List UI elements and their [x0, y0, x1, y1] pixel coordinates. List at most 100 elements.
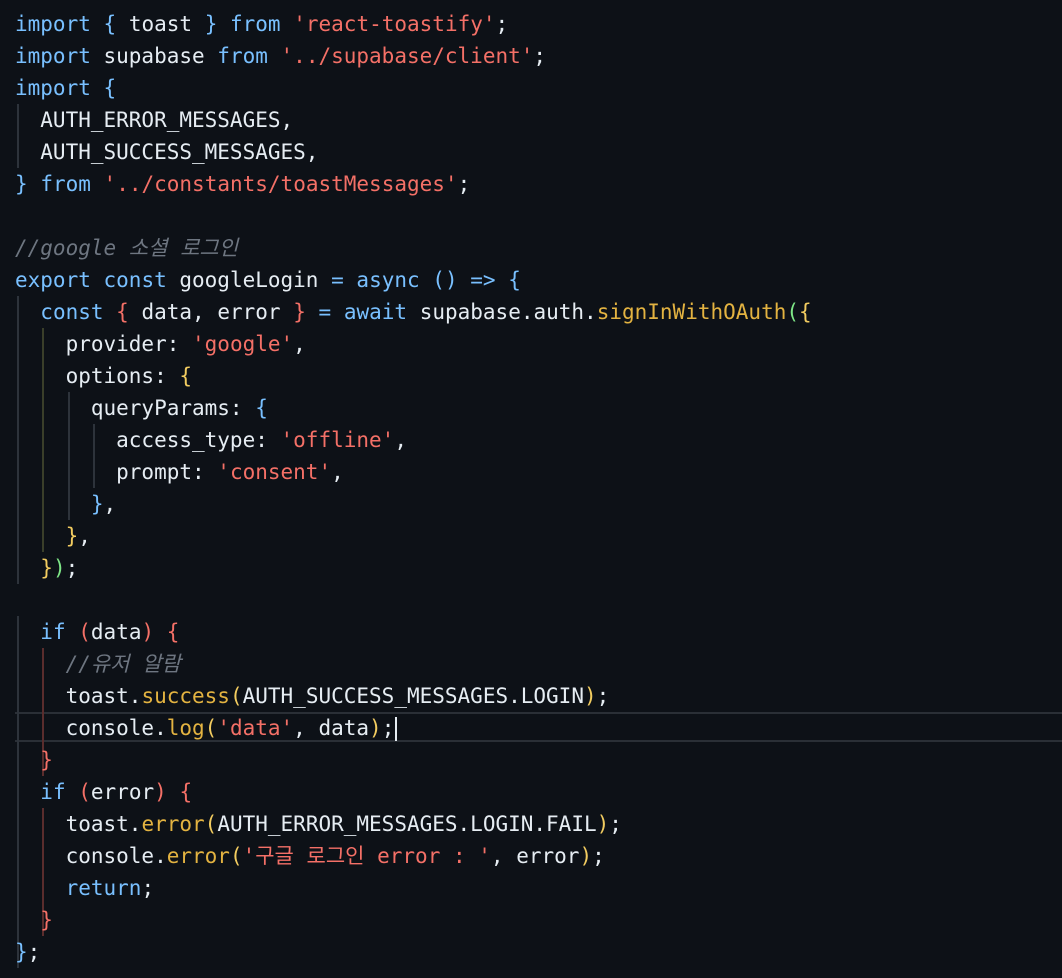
code-line-text: }, [15, 520, 91, 552]
code-line[interactable]: prompt: 'consent', [0, 456, 1062, 488]
code-token: ( [229, 684, 243, 708]
code-token: ) [52, 556, 66, 580]
code-token: , [78, 524, 91, 548]
code-line[interactable]: export const googleLogin = async () => { [0, 264, 1062, 296]
code-line[interactable]: toast.success(AUTH_SUCCESS_MESSAGES.LOGI… [0, 680, 1062, 712]
code-token: console. [15, 716, 167, 740]
code-token: ) [596, 812, 610, 836]
code-token: , [293, 332, 306, 356]
code-token: signInWithOAuth [596, 300, 787, 324]
code-token: } [293, 300, 306, 324]
code-token: () [432, 268, 458, 292]
code-line[interactable]: if (data) { [0, 616, 1062, 648]
code-line-text: toast.error(AUTH_ERROR_MESSAGES.LOGIN.FA… [15, 808, 622, 840]
code-line[interactable]: console.error('구글 로그인 error : ', error); [0, 840, 1062, 872]
code-token: error [90, 780, 155, 804]
code-token: ) [154, 780, 167, 804]
code-token: AUTH_ERROR_MESSAGES, [15, 108, 294, 132]
code-line[interactable]: AUTH_SUCCESS_MESSAGES, [0, 136, 1062, 168]
code-token: { [116, 300, 129, 324]
code-token: ; [533, 44, 547, 68]
code-line[interactable]: } [0, 744, 1062, 776]
code-token: , [103, 492, 117, 516]
code-token: '../constants/toastMessages' [103, 172, 458, 196]
code-editor[interactable]: import { toast } from 'react-toastify'; i… [0, 0, 1062, 978]
code-line[interactable]: //유저 알람 [0, 648, 1062, 680]
code-line[interactable]: import { [0, 72, 1062, 104]
code-line[interactable]: } from '../constants/toastMessages'; [0, 168, 1062, 200]
code-token: toast. [15, 684, 142, 708]
code-token: } [40, 748, 53, 772]
code-token: { [103, 76, 117, 100]
code-token: { [799, 300, 812, 324]
code-line[interactable]: }, [0, 488, 1062, 520]
code-token: ) [369, 716, 382, 740]
code-token: data, error [128, 300, 294, 324]
code-line-text: }; [15, 936, 40, 968]
code-token: supabase.auth. [407, 300, 597, 324]
code-token: import [15, 12, 91, 36]
code-token: { [103, 12, 117, 36]
code-token: ( [204, 716, 218, 740]
code-line-text: prompt: 'consent', [15, 456, 344, 488]
code-line[interactable]: }, [0, 520, 1062, 552]
code-line-text: import supabase from '../supabase/client… [15, 40, 546, 72]
code-token: async [356, 268, 420, 292]
code-token: } [15, 940, 28, 964]
code-line[interactable]: provider: 'google', [0, 328, 1062, 360]
code-line[interactable]: toast.error(AUTH_ERROR_MESSAGES.LOGIN.FA… [0, 808, 1062, 840]
code-line[interactable]: //google 소셜 로그인 [0, 232, 1062, 264]
code-token: prompt: [15, 460, 218, 484]
code-line[interactable]: console.log('data', data); [0, 712, 1062, 744]
code-line[interactable]: if (error) { [0, 776, 1062, 808]
code-token: access_type: [15, 428, 281, 452]
code-token: = [331, 268, 344, 292]
code-line-text: console.log('data', data); [15, 712, 398, 744]
code-line[interactable]: return; [0, 872, 1062, 904]
code-token: , [394, 428, 407, 452]
code-token: //google 소셜 로그인 [15, 236, 239, 260]
code-line[interactable]: access_type: 'offline', [0, 424, 1062, 456]
code-line[interactable]: queryParams: { [0, 392, 1062, 424]
code-token: , error [490, 844, 580, 868]
code-token: ( [204, 812, 218, 836]
code-line[interactable]: options: { [0, 360, 1062, 392]
code-line[interactable] [0, 200, 1062, 232]
code-token: , [331, 460, 344, 484]
code-line[interactable]: }; [0, 936, 1062, 968]
code-token: 'data' [217, 716, 294, 740]
code-line-text: queryParams: { [15, 392, 268, 424]
code-line[interactable]: AUTH_ERROR_MESSAGES, [0, 104, 1062, 136]
code-line-text: return; [15, 872, 155, 904]
code-line[interactable]: } [0, 904, 1062, 936]
code-token: ; [141, 876, 155, 900]
code-token: AUTH_ERROR_MESSAGES.LOGIN.FAIL [217, 812, 597, 836]
code-token: { [508, 268, 521, 292]
code-token: if [40, 620, 66, 644]
code-token: error [166, 844, 230, 868]
code-token: data [90, 620, 142, 644]
code-line-text: //google 소셜 로그인 [15, 232, 238, 264]
code-token: ; [592, 844, 605, 868]
code-token: toast. [15, 812, 142, 836]
code-line[interactable] [0, 584, 1062, 616]
code-line[interactable]: import supabase from '../supabase/client… [0, 40, 1062, 72]
code-line-text: } [15, 904, 53, 936]
code-line-text: console.error('구글 로그인 error : ', error); [15, 840, 605, 872]
code-token: success [141, 684, 230, 708]
code-token: ; [27, 940, 41, 964]
code-token: ; [596, 684, 610, 708]
code-token: options: [15, 364, 180, 388]
code-token: ) [579, 844, 593, 868]
code-line[interactable]: import { toast } from 'react-toastify'; [0, 8, 1062, 40]
code-line[interactable]: const { data, error } = await supabase.a… [0, 296, 1062, 328]
code-line[interactable]: }); [0, 552, 1062, 584]
